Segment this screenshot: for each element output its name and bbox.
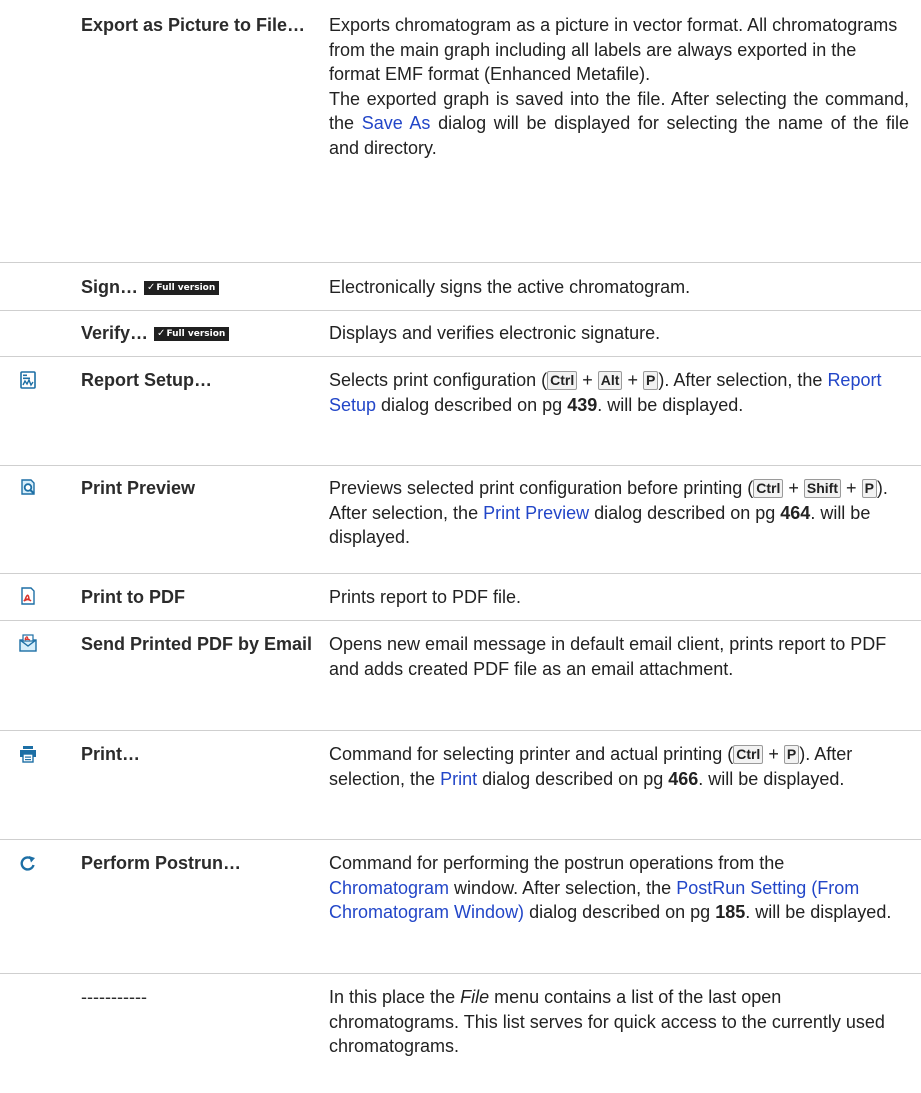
- description: Exports chromatogram as a picture in vec…: [329, 13, 909, 160]
- description-text: Exports chromatogram as a picture in vec…: [329, 15, 898, 84]
- description: Electronically signs the active chromato…: [329, 277, 691, 297]
- key-alt: Alt: [597, 371, 623, 390]
- separator: [0, 310, 921, 311]
- command-label: Verify… ✓Full version: [81, 321, 230, 346]
- description: Command for selecting printer and actual…: [329, 744, 853, 789]
- description-text: The exported graph is saved into the fil…: [329, 88, 910, 158]
- description: Opens new email message in default email…: [329, 634, 887, 679]
- link-save-as[interactable]: Save As: [362, 113, 431, 133]
- key-ctrl: Ctrl: [733, 745, 764, 764]
- description: Previews selected print configuration be…: [329, 478, 888, 547]
- separator: [0, 620, 921, 621]
- separator: [0, 573, 921, 574]
- description: Prints report to PDF file.: [329, 587, 522, 607]
- postrun-icon: [20, 856, 35, 871]
- description: Command for performing the postrun opera…: [329, 853, 892, 922]
- command-label: -----------: [81, 987, 147, 1007]
- command-label: Perform Postrun…: [81, 853, 242, 873]
- description: In this place the File menu contains a l…: [329, 987, 885, 1056]
- full-version-badge: ✓Full version: [154, 327, 230, 341]
- separator: [0, 839, 921, 840]
- command-label: Export as Picture to File…: [81, 15, 306, 35]
- separator: [0, 465, 921, 466]
- command-label: Sign… ✓Full version: [81, 275, 220, 300]
- print-preview-icon: [21, 479, 35, 495]
- description: Displays and verifies electronic signatu…: [329, 323, 661, 343]
- command-label: Print…: [81, 744, 141, 764]
- pdf-icon: [21, 587, 35, 605]
- separator: [0, 356, 921, 357]
- separator: [0, 730, 921, 731]
- report-setup-icon: [20, 371, 36, 389]
- key-ctrl: Ctrl: [753, 479, 784, 498]
- separator: [0, 262, 921, 263]
- email-pdf-icon: [19, 634, 37, 652]
- link-chromatogram[interactable]: Chromatogram: [329, 878, 449, 898]
- command-label: Report Setup…: [81, 370, 213, 390]
- link-print-preview[interactable]: Print Preview: [483, 503, 589, 523]
- command-label: Print to PDF: [81, 587, 185, 607]
- key-p: P: [861, 479, 877, 498]
- printer-icon: [20, 746, 36, 763]
- key-p: P: [643, 371, 659, 390]
- separator: [0, 973, 921, 974]
- key-p: P: [783, 745, 800, 764]
- command-label: Print Preview: [81, 478, 196, 498]
- key-ctrl: Ctrl: [547, 371, 578, 390]
- description: Selects print configuration (Ctrl + Alt …: [329, 370, 882, 415]
- key-shift: Shift: [803, 479, 842, 498]
- link-print[interactable]: Print: [440, 769, 477, 789]
- command-label: Send Printed PDF by Email: [81, 634, 313, 654]
- full-version-badge: ✓Full version: [144, 281, 220, 295]
